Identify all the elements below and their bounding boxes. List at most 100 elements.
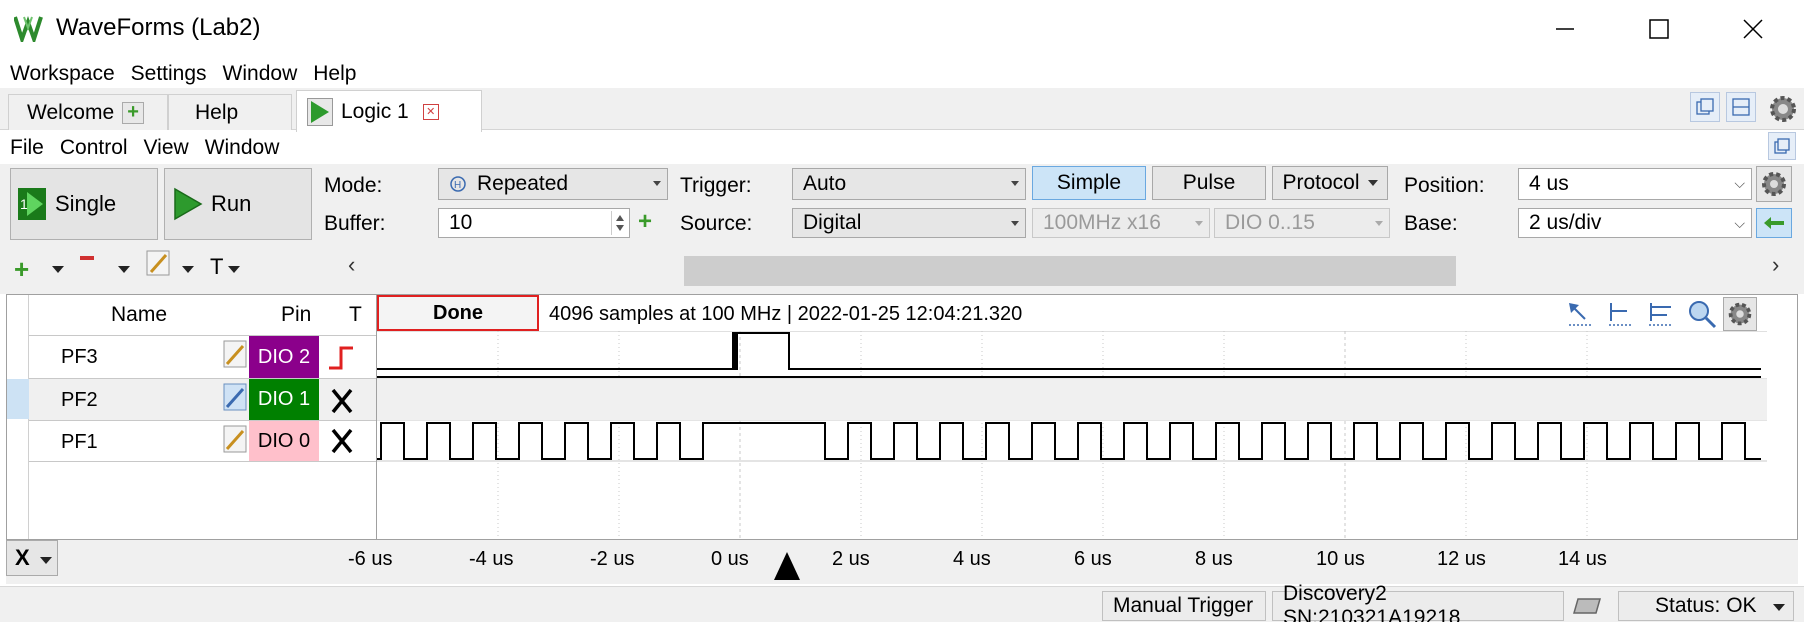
dont-care-trigger-icon[interactable] [329,427,355,455]
rising-edge-trigger-icon[interactable] [327,344,357,372]
cursor-delta-icon[interactable] [1647,301,1675,327]
base-input[interactable]: 2 us/div ⌵ [1518,208,1752,238]
edit-pencil-icon[interactable] [146,250,172,278]
add-buffer-plus-icon[interactable]: + [638,208,652,236]
scrollbar-thumb[interactable] [684,256,1456,286]
menu-view[interactable]: View [144,136,189,160]
svg-text:H: H [454,180,461,191]
text-tool-button[interactable]: T [210,254,223,280]
menu-settings[interactable]: Settings [131,62,207,86]
chevron-down-icon [1011,221,1019,226]
edit-channel-pencil-icon[interactable] [223,425,247,455]
menu-help[interactable]: Help [313,62,356,86]
waveform-plot[interactable] [377,331,1767,539]
minimize-button[interactable] [1526,8,1604,50]
trigger-position-marker-icon[interactable] [774,552,800,580]
zoom-magnifier-icon[interactable] [1687,299,1717,329]
device-info[interactable]: Discovery2 SN:210321A19218 [1272,582,1564,622]
tab-strip: Welcome + Help Logic 1 ✕ [0,88,1804,132]
cursor-pointer-icon[interactable] [1567,301,1595,327]
instrument-menu-bar: File Control View Window [0,132,1804,164]
split-view-icon[interactable] [1726,92,1756,122]
menu-workspace[interactable]: Workspace [10,62,115,86]
run-play-icon [173,187,203,221]
pulse-trigger-button[interactable]: Pulse [1152,166,1266,200]
waveform-pf1 [377,422,1761,460]
edit-channel-pencil-icon[interactable] [223,383,247,413]
remove-channel-minus-icon[interactable] [80,256,94,260]
pin-label: DIO 1 [257,388,311,410]
acquisition-info: 4096 samples at 100 MHz | 2022-01-25 12:… [549,303,1023,325]
mode-select[interactable]: H Repeated [438,168,668,200]
simple-trigger-button[interactable]: Simple [1032,166,1146,200]
tab-logic-1[interactable]: Logic 1 ✕ [296,90,482,132]
run-button[interactable]: Run [164,168,312,240]
dont-care-trigger-icon[interactable] [329,387,355,415]
menu-control[interactable]: Control [60,136,128,160]
dock-icon[interactable] [1690,92,1720,122]
time-tick-label: 2 us [832,548,870,570]
undock-icon[interactable] [1768,132,1796,160]
status-label: Status: OK [1655,594,1757,617]
trigger-select[interactable]: Auto [792,168,1026,200]
remove-dropdown-chevron-icon[interactable] [118,266,130,273]
rate-value: 100MHz x16 [1043,211,1161,234]
chevron-down-icon [1195,221,1203,226]
svg-text:1: 1 [20,196,28,212]
chevron-down-icon [1375,221,1383,226]
menu-file[interactable]: File [10,136,44,160]
chevron-down-icon: ⌵ [1734,215,1745,231]
add-channel-plus-icon[interactable]: + [14,254,29,285]
pin-label: DIO 2 [257,345,311,368]
edit-channel-pencil-icon[interactable] [223,340,247,370]
pin-badge[interactable]: DIO 1 [249,379,319,420]
pulse-label: Pulse [1182,171,1236,194]
pin-column-header: Pin [281,303,312,326]
spin-arrows-icon[interactable] [611,211,627,235]
control-toolbar: 1 Single Run Mode: H Repeated Buffer: 10… [0,164,1804,244]
time-tick-label: 6 us [1074,548,1112,570]
pin-label: DIO 0 [257,429,311,452]
buffer-input[interactable]: 10 [438,208,630,238]
add-tab-plus-icon[interactable]: + [122,101,145,124]
channel-name: PF1 [61,431,98,453]
text-dropdown-chevron-icon[interactable] [228,266,240,273]
cursor-add-icon[interactable] [1607,301,1635,327]
back-arrow-icon[interactable] [1756,208,1792,238]
device-status[interactable]: Status: OK [1618,591,1794,621]
single-button[interactable]: 1 Single [10,168,158,240]
mode-value: Repeated [477,172,569,195]
channel-row-pf2[interactable]: PF2 DIO 1 [29,379,377,420]
play-icon [307,97,333,126]
source-select[interactable]: Digital [792,208,1026,238]
edit-dropdown-chevron-icon[interactable] [182,266,194,273]
scroll-right-chevron-icon[interactable]: › [1772,252,1779,278]
plot-settings-gear-icon[interactable] [1723,297,1757,331]
tab-help[interactable]: Help [168,94,292,130]
tab-welcome[interactable]: Welcome + [8,94,168,130]
protocol-trigger-button[interactable]: Protocol [1272,166,1388,200]
settings-gear-icon[interactable] [1766,92,1800,126]
eraser-icon[interactable] [1572,593,1606,619]
horizontal-scrollbar[interactable] [344,256,1778,286]
position-gear-icon[interactable] [1756,166,1792,202]
maximize-button[interactable] [1620,8,1698,50]
time-tick-label: -6 us [348,548,393,570]
close-tab-icon[interactable]: ✕ [422,103,439,120]
rate-select: 100MHz x16 [1032,208,1210,238]
menu-window-sub[interactable]: Window [205,136,280,160]
close-button[interactable] [1714,8,1792,50]
source-value: Digital [803,211,862,234]
time-tick-label: 14 us [1558,548,1607,570]
pin-badge[interactable]: DIO 2 [249,336,319,378]
pin-badge[interactable]: DIO 0 [249,421,319,461]
manual-trigger-button[interactable]: Manual Trigger [1102,591,1266,621]
dio-range-value: DIO 0..15 [1225,211,1315,234]
menu-window[interactable]: Window [223,62,298,86]
add-dropdown-chevron-icon[interactable] [52,266,64,273]
channel-row-pf1[interactable]: PF1 DIO 0 [29,421,377,461]
minimize-icon [1556,28,1574,30]
waveform-pf3 [377,332,1761,370]
position-input[interactable]: 4 us ⌵ [1518,168,1752,200]
channel-row-pf3[interactable]: PF3 DIO 2 [29,336,377,378]
